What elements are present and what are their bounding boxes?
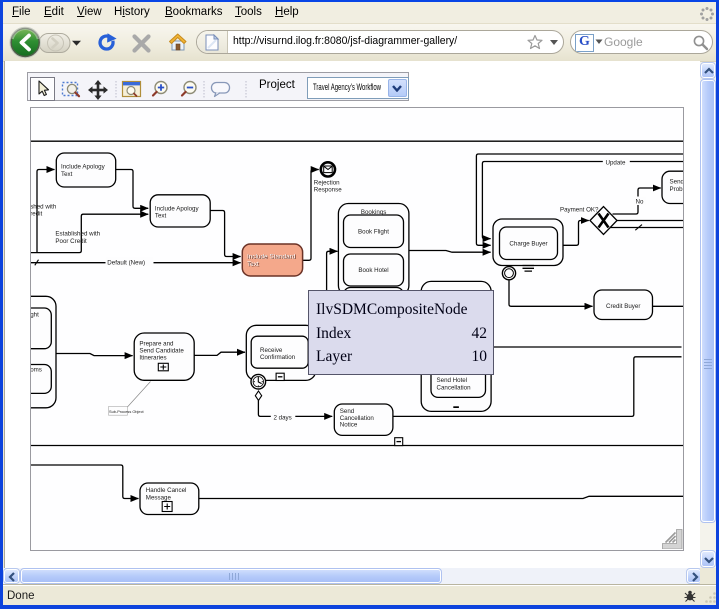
svg-text:Response: Response <box>314 186 342 193</box>
svg-text:ght: ght <box>31 312 39 319</box>
svg-text:Credit Buyer: Credit Buyer <box>606 303 640 310</box>
svg-text:2 days: 2 days <box>274 415 292 422</box>
svg-text:shed with: shed with <box>31 203 57 210</box>
svg-text:Poor Credit: Poor Credit <box>55 238 87 245</box>
svg-text:Handle Cancel: Handle Cancel <box>146 487 187 494</box>
svg-text:oms: oms <box>31 366 42 373</box>
svg-text:Itineraries: Itineraries <box>139 355 166 362</box>
svg-text:redit: redit <box>31 211 43 218</box>
svg-text:Include Apology: Include Apology <box>61 164 106 171</box>
svg-text:Include Apology: Include Apology <box>155 205 200 212</box>
svg-text:Prepare and: Prepare and <box>139 340 174 347</box>
svg-text:Notice: Notice <box>340 422 358 429</box>
svg-text:Text: Text <box>155 213 167 220</box>
svg-text:Sub-Process Object: Sub-Process Object <box>109 409 145 414</box>
svg-text:Cancellation: Cancellation <box>437 384 472 391</box>
svg-text:Include Standard: Include Standard <box>247 254 296 261</box>
svg-text:Send Candidate: Send Candidate <box>139 348 184 355</box>
svg-text:Book Flight: Book Flight <box>358 229 389 236</box>
svg-text:Default (New): Default (New) <box>107 260 145 267</box>
svg-text:No: No <box>636 198 644 205</box>
svg-text:Book Hotel: Book Hotel <box>358 267 388 274</box>
svg-text:Text: Text <box>61 171 73 178</box>
svg-text:Receive: Receive <box>260 347 283 354</box>
svg-text:Message: Message <box>146 494 172 501</box>
svg-text:Established with: Established with <box>55 231 100 238</box>
svg-text:Text: Text <box>247 261 259 268</box>
svg-text:Charge Buyer: Charge Buyer <box>509 241 547 248</box>
svg-text:Send: Send <box>670 179 684 186</box>
svg-text:Confirmation: Confirmation <box>260 354 296 361</box>
svg-text:Payment OK?: Payment OK? <box>560 206 599 213</box>
svg-text:Probl: Probl <box>670 186 684 193</box>
svg-text:Update: Update <box>606 159 627 166</box>
svg-text:Bookings: Bookings <box>361 209 386 216</box>
svg-text:Send Hotel: Send Hotel <box>437 377 468 384</box>
